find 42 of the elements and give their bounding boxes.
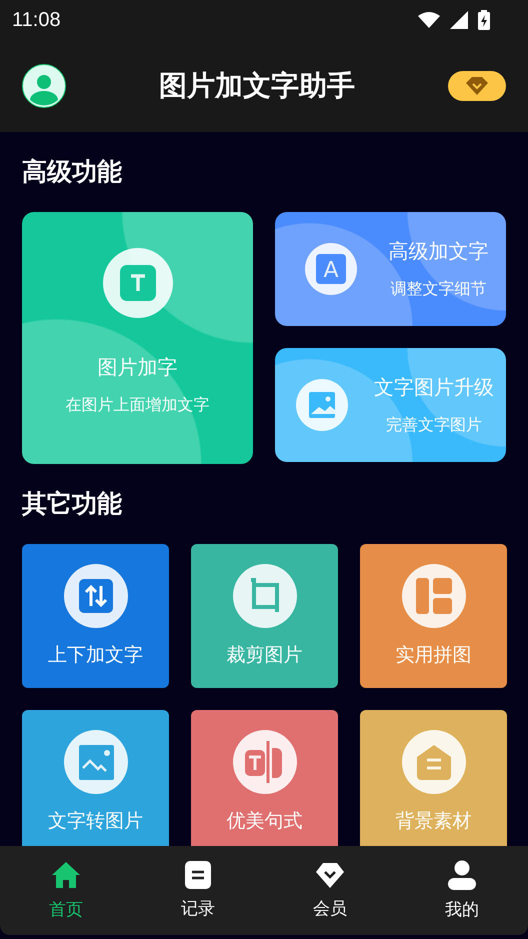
tool-tile[interactable]: 实用拼图 [360,544,507,688]
crop-icon [232,564,296,628]
feature-card[interactable]: 图片加字 在图片上面增加文字 [22,212,253,464]
tool-tile[interactable]: 背景素材 [360,710,507,846]
vip-button[interactable] [448,71,506,101]
wifi-icon [418,12,440,28]
feature-subtitle: 调整文字细节 [390,279,486,300]
user-icon [448,860,476,890]
document-house-icon [402,730,466,794]
battery-icon [478,10,490,30]
image-icon [64,730,128,794]
signal-icon [450,11,468,29]
section-heading: 其它功能 [22,488,123,520]
avatar[interactable] [22,64,66,108]
feature-subtitle: 在图片上面增加文字 [66,395,210,416]
tool-tile[interactable]: 文字转图片 [22,710,169,846]
feature-card[interactable]: 文字图片升级 完善文字图片 [275,348,506,462]
feature-title: 文字图片升级 [374,374,494,401]
text-split-icon [232,730,296,794]
nav-tab[interactable]: 首页 [0,846,132,935]
up-down-arrows-icon [64,564,128,628]
diamond-icon [315,862,345,888]
feature-title: 图片加字 [98,354,178,381]
letter-feature-icon: A [305,243,357,295]
feature-title: 高级加文字 [388,238,488,265]
note-icon [185,861,211,889]
app-title: 图片加文字助手 [159,68,355,104]
image-feature-icon [296,379,348,431]
nav-tab[interactable]: 会员 [264,846,396,935]
feature-subtitle: 完善文字图片 [386,415,482,436]
nav-tab[interactable]: 我的 [396,846,528,935]
status-time: 11:08 [12,8,61,32]
section-heading: 高级功能 [22,156,123,188]
home-icon [51,860,81,890]
nav-tab[interactable]: 记录 [132,846,264,935]
text-feature-icon [102,248,172,318]
diamond-icon [466,77,488,95]
tool-tile[interactable]: 优美句式 [191,710,338,846]
tool-tile[interactable]: 裁剪图片 [191,544,338,688]
tool-tile[interactable]: 上下加文字 [22,544,169,688]
feature-card[interactable]: A 高级加文字 调整文字细节 [275,212,506,326]
collage-icon [402,564,466,628]
